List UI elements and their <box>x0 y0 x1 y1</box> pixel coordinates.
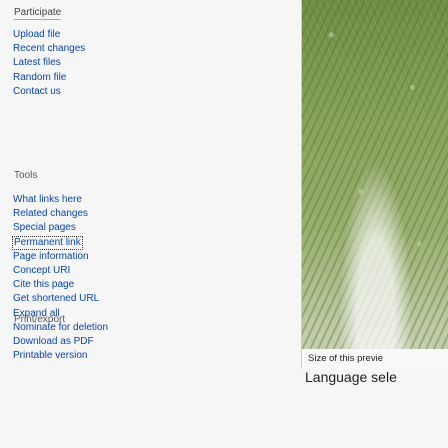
sidebar-link-label[interactable]: Upload file <box>13 29 60 40</box>
sidebar-item-printable-version[interactable]: Printable version <box>13 349 94 363</box>
sidebar-link-label[interactable]: Download as PDF <box>13 336 94 347</box>
sidebar-link-label[interactable]: Page information <box>13 251 89 262</box>
sidebar-link-label[interactable]: Recent changes <box>13 43 85 54</box>
sidebar-link-label[interactable]: Contact us <box>13 86 61 97</box>
sidebar: Participate Upload file Recent changes L… <box>0 0 160 448</box>
sidebar-item-contact-us[interactable]: Contact us <box>13 85 85 99</box>
preview-caption-box: Size of this previe <box>301 349 448 369</box>
page: Participate Upload file Recent changes L… <box>0 0 448 448</box>
sidebar-item-download-pdf[interactable]: Download as PDF <box>13 335 94 349</box>
image-highlight <box>302 0 448 349</box>
file-preview-image[interactable] <box>301 0 448 349</box>
tools-heading: Tools <box>14 170 38 181</box>
sidebar-item-concept-uri[interactable]: Concept URI <box>13 264 108 278</box>
sidebar-item-page-information[interactable]: Page information <box>13 250 108 264</box>
participate-heading: Participate <box>14 7 62 20</box>
sidebar-item-special-pages[interactable]: Special pages <box>13 221 108 235</box>
sidebar-item-get-shortened-url[interactable]: Get shortened URL <box>13 292 108 306</box>
language-select-label[interactable]: Language sele <box>305 368 397 386</box>
preview-size-caption: Size of this previe <box>308 353 383 364</box>
sidebar-item-recent-changes[interactable]: Recent changes <box>13 42 85 56</box>
sidebar-link-label[interactable]: Get shortened URL <box>13 293 99 304</box>
sidebar-item-related-changes[interactable]: Related changes <box>13 207 108 221</box>
sidebar-link-label[interactable]: Latest files <box>13 57 61 68</box>
sidebar-link-label[interactable]: Cite this page <box>13 279 74 290</box>
sidebar-item-cite-this-page[interactable]: Cite this page <box>13 278 108 292</box>
sidebar-item-permanent-link[interactable]: Permanent link <box>12 235 108 250</box>
sidebar-link-label-focused[interactable]: Permanent link <box>12 235 83 250</box>
sidebar-item-what-links-here[interactable]: What links here <box>13 193 108 207</box>
sidebar-link-label[interactable]: What links here <box>13 194 82 205</box>
print-export-list: Download as PDF Printable version <box>13 335 94 363</box>
sidebar-link-label[interactable]: Concept URI <box>13 265 70 276</box>
sidebar-item-random-file[interactable]: Random file <box>13 71 85 85</box>
sidebar-link-label[interactable]: Special pages <box>13 222 76 233</box>
print-export-heading: Print/export <box>14 314 66 325</box>
sidebar-link-label[interactable]: Related changes <box>13 208 88 219</box>
participate-list: Upload file Recent changes Latest files … <box>13 28 85 99</box>
sidebar-item-latest-files[interactable]: Latest files <box>13 56 85 70</box>
sidebar-link-label[interactable]: Printable version <box>13 350 87 361</box>
sidebar-item-upload-file[interactable]: Upload file <box>13 28 85 42</box>
sidebar-link-label[interactable]: Random file <box>13 72 66 83</box>
